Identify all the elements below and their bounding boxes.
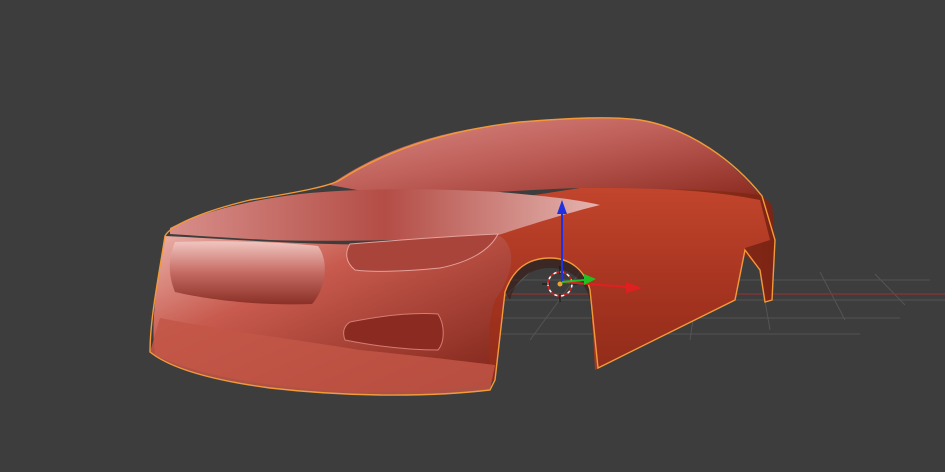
car-grille — [169, 241, 325, 305]
car-body-mesh[interactable] — [149, 117, 776, 396]
car-roof — [330, 117, 760, 198]
3d-viewport[interactable] — [0, 0, 945, 472]
viewport-canvas[interactable] — [0, 0, 945, 472]
car-wheel-arch — [505, 258, 595, 370]
